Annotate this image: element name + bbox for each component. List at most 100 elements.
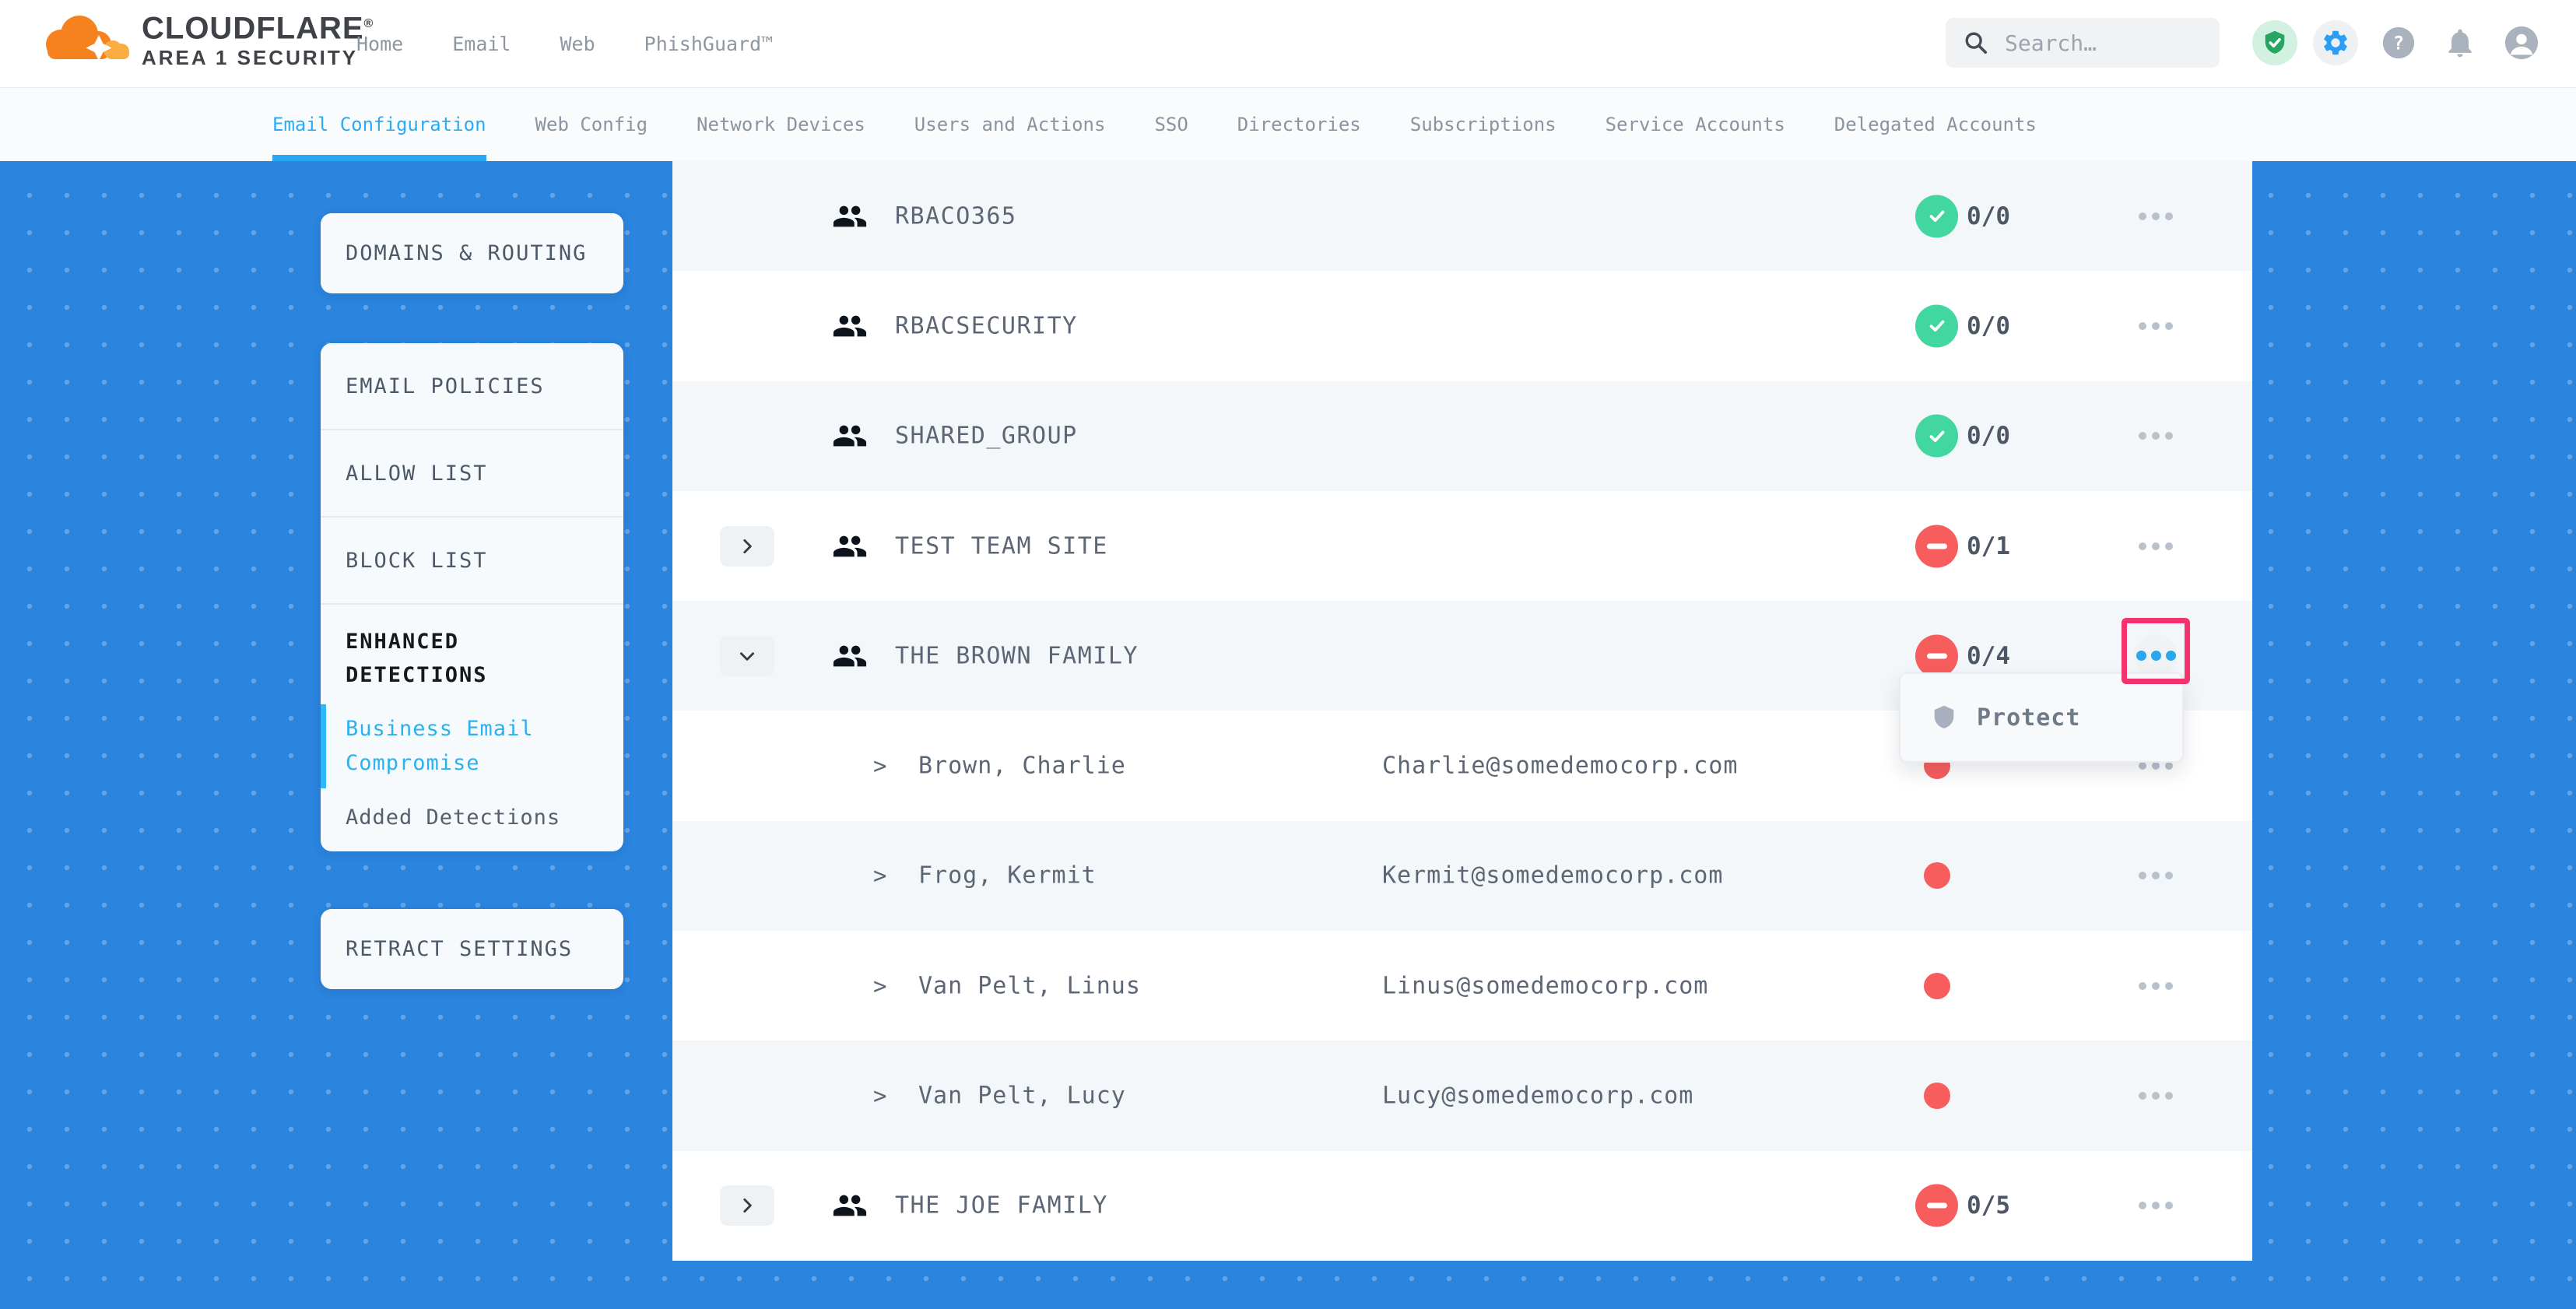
- group-name: RBACSECURITY: [895, 312, 1078, 339]
- notifications-bell-icon: [2443, 26, 2477, 60]
- member-name: Van Pelt, Linus: [918, 972, 1141, 999]
- tab-delegated-accounts[interactable]: Delegated Accounts: [1834, 87, 2037, 161]
- status-blocked-icon: [1915, 1184, 1958, 1227]
- status-count: 0/5: [1967, 1191, 2010, 1220]
- status-dot: [1924, 1083, 1950, 1109]
- member-marker-icon[interactable]: >: [873, 862, 886, 889]
- shield-icon: [1930, 704, 1958, 732]
- group-icon: [832, 418, 868, 454]
- table-row-van-pelt-linus: > Van Pelt, Linus Linus@somedemocorp.com: [672, 931, 2252, 1041]
- tab-network-devices[interactable]: Network Devices: [697, 87, 865, 161]
- row-menu-button[interactable]: [2134, 634, 2178, 678]
- security-status-chip[interactable]: [2252, 20, 2297, 65]
- help-icon: ?: [2381, 26, 2416, 60]
- tab-directories[interactable]: Directories: [1237, 87, 1361, 161]
- menu-item-protect[interactable]: Protect: [1900, 704, 2182, 732]
- row-menu-button[interactable]: [2131, 301, 2181, 351]
- sidebar-item-allow-list[interactable]: ALLOW LIST: [321, 430, 623, 518]
- settings-gear-icon: [2321, 28, 2350, 58]
- member-marker-icon[interactable]: >: [873, 973, 886, 999]
- account-button[interactable]: [2504, 25, 2539, 61]
- logo-product-name: AREA 1 SECURITY: [142, 46, 374, 69]
- row-menu-button[interactable]: [2131, 191, 2181, 241]
- top-header: CLOUDFLARE® AREA 1 SECURITY Home Email Web…: [0, 0, 2576, 88]
- member-marker-icon[interactable]: >: [873, 753, 886, 779]
- shield-check-icon: [2261, 29, 2289, 57]
- status-count: 0/0: [1967, 312, 2010, 340]
- table-row-test-team-site: TEST TEAM SITE 0/1: [672, 491, 2252, 601]
- status-count: 0/0: [1967, 422, 2010, 450]
- group-icon: [832, 638, 868, 674]
- member-name: Van Pelt, Lucy: [918, 1083, 1126, 1110]
- status-dot: [1924, 973, 1950, 999]
- row-menu-button[interactable]: [2131, 411, 2181, 461]
- status-ok-icon: [1915, 304, 1958, 347]
- chevron-right-icon: [737, 1195, 757, 1216]
- settings-button[interactable]: [2313, 20, 2358, 65]
- notifications-button[interactable]: [2443, 26, 2477, 60]
- group-icon: [832, 308, 868, 344]
- cloudflare-logo[interactable]: CLOUDFLARE® AREA 1 SECURITY: [39, 6, 374, 69]
- status-dot: [1924, 862, 1950, 889]
- tab-service-accounts[interactable]: Service Accounts: [1606, 87, 1785, 161]
- row-menu-button[interactable]: [2131, 961, 2181, 1011]
- enhanced-detections-section: ENHANCED DETECTIONS Business Email Compr…: [321, 605, 623, 835]
- sidebar-card-retract: RETRACT SETTINGS: [321, 909, 623, 989]
- tab-web-config[interactable]: Web Config: [535, 87, 648, 161]
- member-marker-icon[interactable]: >: [873, 1083, 886, 1109]
- search-box[interactable]: [1946, 18, 2220, 68]
- logo-wordmark: CLOUDFLARE®: [142, 6, 374, 46]
- nav-email[interactable]: Email: [452, 33, 511, 55]
- row-context-menu: Protect: [1899, 672, 2184, 763]
- sidebar-item-business-email-compromise[interactable]: Business Email Compromise: [346, 712, 598, 781]
- member-email: Linus@somedemocorp.com: [1382, 972, 1708, 999]
- member-email: Charlie@somedemocorp.com: [1382, 753, 1738, 780]
- table-row-frog-kermit: >Frog, KermitKermit@somedemocorp.com: [672, 821, 2252, 931]
- table-row-rbaco365: RBACO3650/0: [672, 161, 2252, 271]
- table-row-shared-group: SHARED_GROUP 0/0: [672, 381, 2252, 491]
- help-button[interactable]: ?: [2381, 26, 2416, 60]
- expand-button[interactable]: [720, 636, 774, 676]
- group-name: THE BROWN FAMILY: [895, 642, 1139, 669]
- config-tabs-bar: Email Configuration Web Config Network Dev…: [0, 87, 2576, 161]
- table-row-rbacsecurity: RBACSECURITY 0/0: [672, 271, 2252, 381]
- nav-web[interactable]: Web: [560, 33, 595, 55]
- user-avatar-icon: [2504, 25, 2539, 61]
- sidebar-card-domains-routing: DOMAINS & ROUTING: [321, 213, 623, 293]
- header-nav: Home Email Web PhishGuard™: [356, 0, 773, 87]
- group-icon: [832, 528, 868, 564]
- tab-email-configuration[interactable]: Email Configuration: [272, 87, 486, 161]
- tab-subscriptions[interactable]: Subscriptions: [1410, 87, 1556, 161]
- member-email: Kermit@somedemocorp.com: [1382, 862, 1723, 890]
- cloudflare-cloud-icon: [39, 13, 131, 63]
- nav-home[interactable]: Home: [356, 33, 403, 55]
- status-count: 0/1: [1967, 532, 2010, 560]
- row-menu-button[interactable]: [2131, 851, 2181, 900]
- section-items: Business Email Compromise Added Detection…: [346, 712, 598, 835]
- group-name: SHARED_GROUP: [895, 423, 1078, 450]
- sidebar-item-block-list[interactable]: BLOCK LIST: [321, 518, 623, 605]
- table-row-van-pelt-lucy: >Van Pelt, LucyLucy@somedemocorp.com: [672, 1041, 2252, 1150]
- row-menu-button[interactable]: [2131, 1181, 2181, 1230]
- tab-sso[interactable]: SSO: [1154, 87, 1188, 161]
- search-icon: [1963, 30, 1989, 56]
- expand-button[interactable]: [720, 526, 774, 567]
- sidebar-item-added-detections[interactable]: Added Detections: [346, 801, 598, 835]
- sidebar-item-email-policies[interactable]: EMAIL POLICIES: [321, 343, 623, 430]
- group-name: RBACO365: [895, 202, 1017, 230]
- nav-phishguard[interactable]: PhishGuard™: [644, 33, 774, 55]
- section-title-enhanced-detections: ENHANCED DETECTIONS: [346, 625, 598, 692]
- chevron-down-icon: [737, 646, 757, 666]
- sidebar-item-retract-settings[interactable]: RETRACT SETTINGS: [321, 909, 623, 989]
- search-input[interactable]: [2003, 30, 2201, 57]
- row-menu-button[interactable]: [2131, 1071, 2181, 1121]
- sidebar-item-domains-routing[interactable]: DOMAINS & ROUTING: [321, 213, 623, 293]
- menu-item-label: Protect: [1977, 704, 2080, 732]
- tab-users-and-actions[interactable]: Users and Actions: [914, 87, 1106, 161]
- group-name: TEST TEAM SITE: [895, 532, 1108, 560]
- row-menu-button[interactable]: [2131, 521, 2181, 571]
- group-icon: [832, 198, 868, 234]
- logo-text: CLOUDFLARE® AREA 1 SECURITY: [142, 6, 374, 69]
- expand-button[interactable]: [720, 1185, 774, 1226]
- svg-text:?: ?: [2393, 32, 2404, 54]
